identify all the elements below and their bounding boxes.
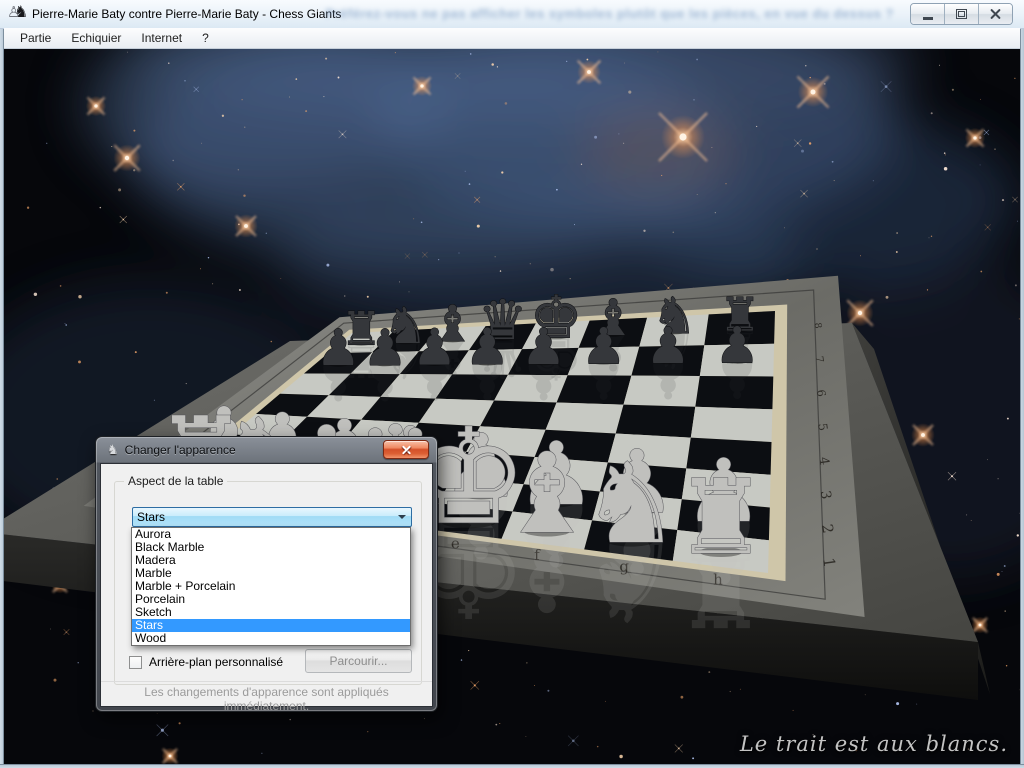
piece-c7[interactable]: ♟	[412, 319, 457, 377]
dropdown-item-porcelain[interactable]: Porcelain	[132, 593, 410, 606]
menu-item-internet[interactable]: Internet	[131, 29, 192, 47]
dialog-status-text: Les changements d'apparence sont appliqu…	[101, 681, 432, 706]
piece-b7[interactable]: ♟	[363, 319, 408, 377]
app-icon: ♙♞	[7, 5, 27, 23]
custom-background-row: Arrière-plan personnalisé	[129, 655, 283, 669]
dialog-close-button[interactable]	[383, 440, 429, 459]
dropdown-item-wood[interactable]: Wood	[132, 632, 410, 645]
window-border-right	[1020, 28, 1024, 768]
restore-icon	[956, 9, 967, 19]
titlebar[interactable]: ♙♞ Pierre-Marie Baty contre Pierre-Marie…	[0, 0, 1024, 29]
piece-e7[interactable]: ♟	[521, 318, 566, 376]
piece-d7[interactable]: ♟	[465, 318, 510, 376]
piece-h7[interactable]: ♟	[715, 316, 760, 374]
groupbox-label: Aspect de la table	[124, 474, 227, 488]
piece-g1[interactable]: ♞	[581, 440, 681, 569]
close-icon	[401, 444, 412, 455]
checkbox-label: Arrière-plan personnalisé	[149, 655, 283, 669]
dialog-body: Aspect de la table Stars AuroraBlack Mar…	[100, 463, 433, 707]
custom-background-checkbox[interactable]	[129, 656, 142, 669]
menu-item-[interactable]: ?	[192, 29, 219, 47]
window-controls	[910, 3, 1013, 25]
piece-f7[interactable]: ♟	[581, 317, 626, 375]
dropdown-item-aurora[interactable]: Aurora	[132, 528, 410, 541]
window-border-bottom	[0, 764, 1024, 768]
window-border-left	[0, 28, 4, 768]
menubar: PartieEchiquierInternet?	[4, 28, 1020, 49]
dropdown-item-sketch[interactable]: Sketch	[132, 606, 410, 619]
ghost-tooltip-text: Préférez-vous ne pas afficher les symbol…	[325, 6, 894, 21]
dialog-titlebar[interactable]: ♞ Changer l'apparence	[96, 437, 437, 463]
appearance-dialog: ♞ Changer l'apparence Aspect de la table…	[96, 437, 437, 711]
piece-a7[interactable]: ♟	[316, 319, 361, 377]
dropdown-item-black-marble[interactable]: Black Marble	[132, 541, 410, 554]
dialog-icon: ♞	[107, 442, 119, 458]
dialog-title: Changer l'apparence	[125, 443, 236, 457]
app-window: abcdefgh12345678♜♞♝♛♚♝♞♜♟♟♟♟♟♟♟♟♟♟♟♟♟♟♟♟…	[0, 0, 1024, 768]
browse-button[interactable]: Parcourir...	[305, 649, 412, 673]
dropdown-item-madera[interactable]: Madera	[132, 554, 410, 567]
piece-g7[interactable]: ♟	[646, 317, 691, 375]
table-aspect-combobox[interactable]: Stars	[132, 507, 412, 527]
board-square[interactable]	[691, 407, 773, 442]
menu-item-echiquier[interactable]: Echiquier	[61, 29, 131, 47]
minimize-button[interactable]	[911, 4, 945, 24]
dropdown-item-stars[interactable]: Stars	[132, 619, 410, 632]
dropdown-item-marble-porcelain[interactable]: Marble + Porcelain	[132, 580, 410, 593]
menu-item-partie[interactable]: Partie	[10, 29, 61, 47]
combobox-value: Stars	[137, 510, 165, 524]
close-icon	[989, 8, 1002, 21]
table-aspect-dropdown-list: AuroraBlack MarbleMaderaMarbleMarble + P…	[131, 527, 411, 646]
turn-status-text: Le trait est aux blancs.	[740, 732, 1008, 756]
chevron-down-icon	[393, 509, 410, 525]
window-title: Pierre-Marie Baty contre Pierre-Marie Ba…	[32, 7, 341, 21]
close-button[interactable]	[979, 4, 1012, 24]
restore-button[interactable]	[945, 4, 979, 24]
piece-h1[interactable]: ♜	[675, 458, 767, 578]
dropdown-item-marble[interactable]: Marble	[132, 567, 410, 580]
minimize-icon	[923, 17, 933, 20]
